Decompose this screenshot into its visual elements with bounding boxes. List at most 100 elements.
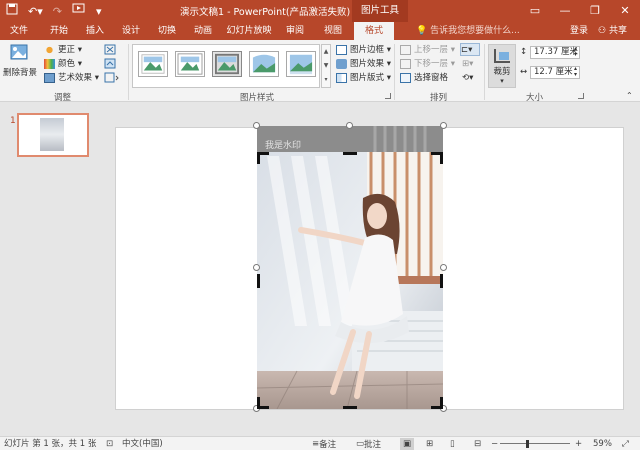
window-title: 演示文稿1 - PowerPoint(产品激活失败) [180, 7, 351, 18]
zoom-slider[interactable] [500, 443, 570, 444]
height-stepper[interactable]: ▴ ▾ [574, 46, 577, 58]
slide-thumbnail[interactable] [17, 113, 89, 157]
remove-background-icon[interactable] [9, 44, 31, 64]
crop-handle-top-left[interactable] [257, 152, 260, 164]
girl-photo-image [257, 126, 443, 409]
crop-handle-top-right[interactable] [440, 152, 443, 164]
crop-handle-bottom-left[interactable] [257, 406, 269, 409]
artistic-effects-button[interactable]: 艺术效果 ▾ [44, 72, 99, 84]
tab-format[interactable]: 格式 [354, 22, 394, 40]
tab-design[interactable]: 设计 [116, 22, 146, 40]
selected-picture[interactable] [257, 126, 443, 409]
tab-transitions[interactable]: 切换 [152, 22, 182, 40]
ribbon-tabs: 文件 开始 插入 设计 切换 动画 幻灯片放映 审阅 视图 格式 💡 告诉我您想… [0, 22, 640, 40]
fit-to-window-icon[interactable]: ⤢ [622, 438, 629, 450]
divider [484, 44, 485, 100]
crop-button[interactable]: 裁剪 ▾ [488, 44, 516, 88]
tab-insert[interactable]: 插入 [80, 22, 110, 40]
picture-style-thumb[interactable] [175, 51, 205, 77]
rotate-icon[interactable]: ⟲▾ [462, 72, 473, 84]
restore-button[interactable]: ❐ [580, 0, 610, 22]
color-button[interactable]: 颜色 ▾ [44, 58, 82, 70]
styles-dialog-launcher-icon[interactable] [385, 93, 391, 99]
tab-slideshow[interactable]: 幻灯片放映 [224, 22, 274, 40]
size-group-label: 大小 [526, 93, 544, 103]
tell-me-box[interactable]: 💡 告诉我您想要做什么... [416, 22, 520, 40]
bring-forward-button[interactable]: 上移一层 ▾ [400, 44, 455, 56]
corrections-button[interactable]: 更正 ▾ [44, 44, 82, 56]
group-icon[interactable]: ⊞▾ [462, 58, 473, 70]
resize-handle-top-right[interactable] [440, 122, 447, 129]
status-bar: 幻灯片 第 1 张，共 1 张 ⊡ 中文(中国) ≡ 备注 ▭ 批注 ▣ ⊞ ▯… [0, 436, 640, 450]
artistic-icon [44, 72, 55, 83]
tab-review[interactable]: 审阅 [280, 22, 310, 40]
layout-icon [336, 72, 347, 83]
zoom-slider-thumb[interactable] [526, 440, 529, 448]
picture-layout-button[interactable]: 图片版式 ▾ [336, 72, 391, 84]
align-icon[interactable]: ⊏▾ [460, 43, 480, 56]
resize-handle-right[interactable] [440, 264, 447, 271]
slide-sorter-icon[interactable]: ⊞ [426, 438, 433, 450]
width-field[interactable]: 12.7 厘米 ▴ ▾ [530, 66, 580, 79]
minimize-button[interactable]: — [550, 0, 580, 22]
selection-pane-icon [400, 72, 411, 83]
change-picture-icon[interactable] [104, 58, 116, 73]
spellcheck-icon[interactable]: ⊡ [106, 438, 113, 450]
crop-handle-left[interactable] [257, 274, 260, 288]
picture-style-thumb[interactable] [138, 51, 168, 77]
collapse-ribbon-icon[interactable]: ⌃ [626, 90, 633, 102]
tab-home[interactable]: 开始 [44, 22, 74, 40]
picture-border-button[interactable]: 图片边框 ▾ [336, 44, 391, 56]
effects-icon [336, 58, 347, 69]
undo-icon[interactable]: ↶▾ [28, 4, 43, 20]
save-icon[interactable] [6, 3, 18, 20]
comments-button[interactable]: ▭ 批注 [356, 438, 381, 450]
divider [394, 44, 395, 100]
redo-icon[interactable]: ↷ [53, 4, 62, 20]
zoom-in-button[interactable]: + [575, 438, 582, 450]
size-dialog-launcher-icon[interactable] [578, 93, 584, 99]
compress-pictures-icon[interactable] [104, 44, 116, 59]
gallery-scroll[interactable]: ▲ ▼ ▾ [321, 44, 331, 88]
tab-file[interactable]: 文件 [6, 22, 32, 40]
slideshow-view-icon[interactable]: ⊟ [474, 438, 481, 450]
crop-handle-top[interactable] [343, 152, 357, 155]
picture-effects-button[interactable]: 图片效果 ▾ [336, 58, 391, 70]
zoom-level[interactable]: 59% [593, 438, 612, 450]
ribbon-display-icon[interactable]: ▭ [520, 0, 550, 22]
login-link[interactable]: 登录 [570, 22, 588, 40]
resize-handle-top[interactable] [346, 122, 353, 129]
customize-qat-icon[interactable]: ▾ [96, 4, 102, 20]
close-button[interactable]: ✕ [610, 0, 640, 22]
picture-style-thumb[interactable] [212, 51, 242, 77]
selection-pane-button[interactable]: 选择窗格 [400, 72, 448, 84]
ribbon: 删除背景 更正 ▾ 颜色 ▾ 艺术效果 ▾ 调整 ▲ ▼ ▾ 图片边框 ▾ 图片… [0, 40, 640, 103]
tab-animations[interactable]: 动画 [188, 22, 218, 40]
picture-style-thumb[interactable] [286, 51, 316, 77]
send-backward-icon [400, 58, 411, 69]
notes-button[interactable]: ≡ 备注 [312, 438, 336, 450]
width-stepper[interactable]: ▴ ▾ [574, 66, 577, 78]
language-status[interactable]: 中文(中国) [122, 438, 163, 450]
arrange-group-label: 排列 [430, 93, 448, 103]
crop-handle-bottom-right[interactable] [431, 406, 443, 409]
reset-picture-icon[interactable] [104, 72, 120, 87]
normal-view-icon[interactable]: ▣ [400, 438, 415, 450]
height-field[interactable]: 17.37 厘米 ▴ ▾ [530, 46, 580, 59]
watermark-text: 我是水印 [265, 141, 302, 151]
send-backward-button[interactable]: 下移一层 ▾ [400, 58, 455, 70]
width-icon: ↔ [520, 67, 528, 77]
zoom-out-button[interactable]: − [491, 438, 498, 450]
resize-handle-top-left[interactable] [253, 122, 260, 129]
remove-background-button[interactable]: 删除背景 [3, 67, 37, 79]
resize-handle-left[interactable] [253, 264, 260, 271]
start-from-beginning-icon[interactable] [72, 3, 86, 20]
tab-view[interactable]: 视图 [318, 22, 348, 40]
slide-thumbnail-picture [40, 118, 64, 151]
share-button[interactable]: ⚇ 共享 [598, 22, 627, 40]
crop-handle-bottom[interactable] [343, 406, 357, 409]
bring-forward-icon [400, 44, 411, 55]
crop-handle-right[interactable] [440, 274, 443, 288]
picture-style-thumb[interactable] [249, 51, 279, 77]
reading-view-icon[interactable]: ▯ [450, 438, 455, 450]
